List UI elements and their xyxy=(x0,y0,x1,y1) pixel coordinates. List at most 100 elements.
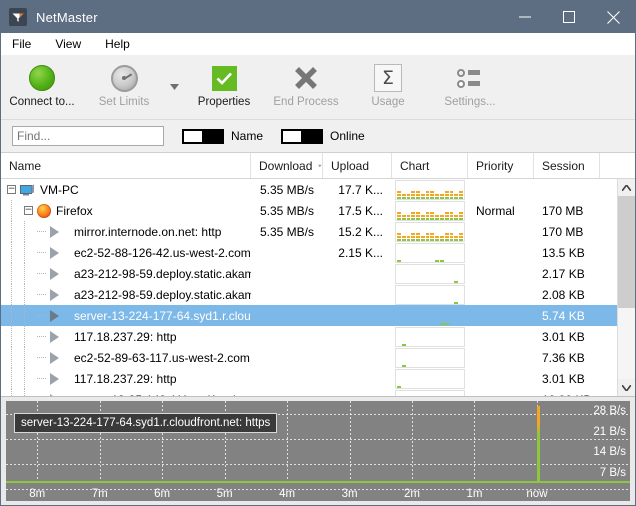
online-toggle[interactable] xyxy=(281,128,324,144)
cell-session: 3.01 KB xyxy=(542,329,585,344)
set-limits-dropdown-button[interactable] xyxy=(165,59,183,111)
table-row[interactable]: server-13-224-177-64.syd1.r.clou... 5.74 … xyxy=(1,305,617,326)
cell-upload xyxy=(323,305,392,326)
firefox-icon xyxy=(37,203,51,218)
name-toggle[interactable] xyxy=(182,128,224,144)
row-name-label: VM-PC xyxy=(40,182,79,197)
cell-spacer xyxy=(600,347,617,368)
cell-session: 2.17 KB xyxy=(542,266,585,281)
cell-download xyxy=(251,263,323,284)
properties-button[interactable]: Properties xyxy=(183,59,265,108)
mini-chart xyxy=(395,369,465,389)
settings-button[interactable]: Settings... xyxy=(429,59,511,108)
scrollbar-track[interactable] xyxy=(618,196,635,379)
table-row[interactable]: − Firefox 5.35 MB/s 17.5 K... Normal 170 MB xyxy=(1,200,617,221)
cell-priority xyxy=(468,389,534,396)
row-name-label: a23-212-98-59.deploy.static.akam... xyxy=(74,287,251,302)
graph-x-label: 7m xyxy=(91,488,108,500)
column-header-priority[interactable]: Priority xyxy=(468,153,534,178)
expander-toggle[interactable]: − xyxy=(24,206,33,215)
gauge-icon xyxy=(110,63,138,93)
set-limits-button[interactable]: Set Limits xyxy=(83,59,165,108)
column-header-name[interactable]: Name xyxy=(1,153,251,178)
name-toggle-group[interactable]: Name xyxy=(182,128,263,144)
cell-name: − VM-PC xyxy=(1,179,251,200)
connection-icon xyxy=(50,393,68,396)
table-row[interactable]: 117.18.237.29: http 3.01 KB xyxy=(1,326,617,347)
chevron-down-icon xyxy=(622,384,631,391)
table-row[interactable]: ec2-52-88-126-42.us-west-2.com... 2.15 K.… xyxy=(1,242,617,263)
tree-indent xyxy=(24,284,37,305)
set-limits-label: Set Limits xyxy=(98,96,150,108)
table-row[interactable]: a23-212-98-59.deploy.static.akam... 2.17 … xyxy=(1,263,617,284)
usage-button[interactable]: Σ Usage xyxy=(347,59,429,108)
mini-chart xyxy=(395,243,465,263)
cell-chart xyxy=(392,368,468,389)
menu-item-help[interactable]: Help xyxy=(103,35,140,53)
minimize-button[interactable] xyxy=(503,1,547,33)
cell-download xyxy=(251,284,323,305)
cell-chart xyxy=(392,200,468,221)
cell-session xyxy=(534,179,600,200)
scroll-down-button[interactable] xyxy=(618,379,635,396)
scrollbar-thumb[interactable] xyxy=(618,196,635,308)
expander-toggle[interactable]: − xyxy=(7,185,16,194)
table-row[interactable]: 117.18.237.29: http 3.01 KB xyxy=(1,368,617,389)
tree-connector xyxy=(37,326,50,347)
table-header: Name Download Upload Chart Priority Sess… xyxy=(1,153,635,179)
table-row[interactable]: server-13-35-149-111.syd1.r.clou... 10.00… xyxy=(1,389,617,396)
search-input[interactable] xyxy=(12,126,164,146)
traffic-graph-panel: 8m 7m 6m 5m 4m 3m 2m 1m now 28 B/s 21 B/s 14 B/s 7 … xyxy=(1,397,635,505)
menu-bar: File View Help xyxy=(1,33,635,55)
cell-chart xyxy=(392,242,468,263)
tree-connector xyxy=(37,221,50,242)
tree-indent xyxy=(11,389,24,396)
connect-to-button[interactable]: Connect to... xyxy=(1,59,83,108)
traffic-graph[interactable]: 8m 7m 6m 5m 4m 3m 2m 1m now 28 B/s 21 B/s 14 B/s 7 … xyxy=(6,401,630,501)
window-controls xyxy=(503,1,635,33)
cell-name: a23-212-98-59.deploy.static.akam... xyxy=(1,284,251,305)
tree-connector xyxy=(37,305,50,326)
column-header-session[interactable]: Session xyxy=(534,153,600,178)
close-button[interactable] xyxy=(591,1,635,33)
connection-icon xyxy=(50,309,68,322)
filter-bar: Name Online xyxy=(1,120,635,153)
column-header-download[interactable]: Download xyxy=(251,153,323,178)
online-toggle-label: Online xyxy=(330,129,365,143)
table-row[interactable]: mirror.internode.on.net: http 5.35 MB/s 15… xyxy=(1,221,617,242)
tree-indent xyxy=(11,347,24,368)
menu-item-view[interactable]: View xyxy=(53,35,91,53)
cell-priority xyxy=(468,368,534,389)
cell-session: 3.01 KB xyxy=(542,371,585,386)
row-name-label: 117.18.237.29: http xyxy=(74,371,177,386)
table-row[interactable]: − VM-PC 5.35 MB/s 17.7 K... xyxy=(1,179,617,200)
cell-spacer xyxy=(600,284,617,305)
table-row[interactable]: a23-212-98-59.deploy.static.akam... 2.08 … xyxy=(1,284,617,305)
cell-download xyxy=(251,389,323,396)
table-row[interactable]: ec2-52-89-63-117.us-west-2.com... 7.36 KB xyxy=(1,347,617,368)
cell-spacer xyxy=(600,305,617,326)
column-header-upload[interactable]: Upload xyxy=(323,153,392,178)
cell-download: 5.35 MB/s xyxy=(259,182,314,197)
mini-chart xyxy=(395,180,465,200)
maximize-button[interactable] xyxy=(547,1,591,33)
sigma-icon: Σ xyxy=(374,63,402,93)
online-toggle-group[interactable]: Online xyxy=(281,128,365,144)
cell-name: ec2-52-89-63-117.us-west-2.com... xyxy=(1,347,251,368)
graph-tooltip: server-13-224-177-64.syd1.r.cloudfront.n… xyxy=(14,413,278,433)
vertical-scrollbar[interactable] xyxy=(617,179,635,396)
column-header-chart-label: Chart xyxy=(400,158,430,173)
graph-y-label: 21 B/s xyxy=(593,425,626,438)
cell-download xyxy=(251,305,323,326)
row-name-label: server-13-224-177-64.syd1.r.clou... xyxy=(74,308,251,323)
cell-chart xyxy=(392,389,468,396)
column-header-chart[interactable]: Chart xyxy=(392,153,468,178)
toolbar: Connect to... Set Limits Properties End … xyxy=(1,55,635,120)
menu-item-file[interactable]: File xyxy=(10,35,41,53)
end-process-button[interactable]: End Process xyxy=(265,59,347,108)
tree-indent xyxy=(24,221,37,242)
cell-spacer xyxy=(600,200,617,221)
tree-indent xyxy=(11,221,24,242)
cell-chart xyxy=(392,263,468,284)
scroll-up-button[interactable] xyxy=(618,179,635,196)
